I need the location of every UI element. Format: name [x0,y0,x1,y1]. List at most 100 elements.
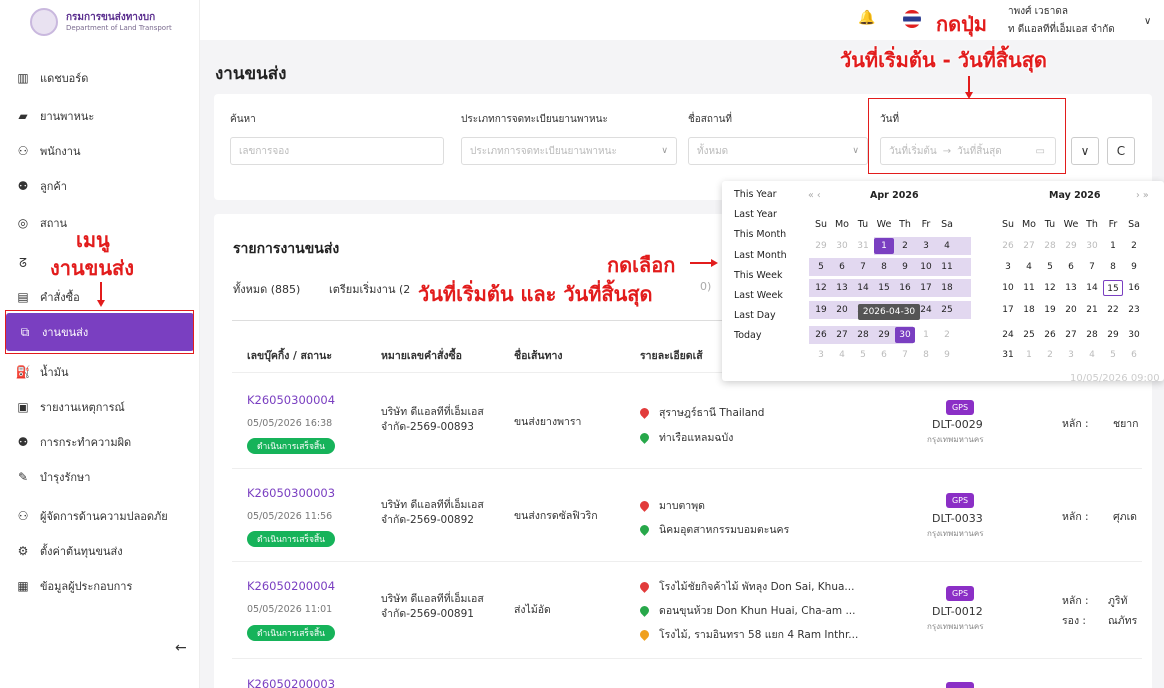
calendar-day[interactable]: 23 [1124,302,1144,318]
calendar-day[interactable]: 16 [1124,280,1144,296]
bell-icon[interactable]: 🔔 [858,10,875,26]
gps-badge[interactable] [946,682,974,688]
sidebar-item-operator-info[interactable]: ▦ ข้อมูลผู้ประกอบการ [16,575,196,597]
calendar-day[interactable]: 26 [811,327,831,343]
calendar-day[interactable]: 19 [811,302,831,318]
sidebar-item-employees[interactable]: ⚇ พนักงาน [16,140,196,162]
calendar-day[interactable]: 8 [1103,259,1123,275]
calendar-day[interactable]: 10 [998,280,1018,296]
logo[interactable]: กรมการขนส่งทางบก Department of Land Tran… [30,8,172,36]
calendar-day[interactable]: 31 [853,238,873,254]
sidebar-item-cost-settings[interactable]: ⚙ ตั้งค่าต้นทุนขนส่ง [16,540,196,562]
calendar-day[interactable]: 9 [1124,259,1144,275]
gps-badge[interactable]: GPS [946,493,974,508]
next-month-icon[interactable]: › » [1136,190,1149,201]
calendar-day[interactable]: 29 [874,327,894,343]
calendar-day[interactable]: 4 [1019,259,1039,275]
date-preset-item[interactable]: Last Year [734,209,777,220]
calendar-day[interactable]: 30 [1124,327,1144,343]
calendar-day[interactable]: 25 [1019,327,1039,343]
calendar-day[interactable]: 7 [1082,259,1102,275]
calendar-day[interactable]: 22 [1103,302,1123,318]
place-select[interactable]: ทั้งหมด ∨ [688,137,868,165]
calendar-day[interactable]: 6 [874,347,894,363]
calendar-day[interactable]: 12 [811,280,831,296]
calendar-day[interactable]: 5 [1103,347,1123,363]
calendar-day[interactable]: 2 [1040,347,1060,363]
tab-preparing[interactable]: เตรียมเริ่มงาน (2 [329,280,410,298]
sidebar-item-incident-report[interactable]: ▣ รายงานเหตุการณ์ [16,396,196,418]
calendar-day[interactable]: 20 [1061,302,1081,318]
calendar-day[interactable]: 13 [832,280,852,296]
calendar-day[interactable]: 5 [811,259,831,275]
calendar-day[interactable]: 3 [1061,347,1081,363]
calendar-day[interactable]: 4 [832,347,852,363]
prev-month-icon[interactable]: « ‹ [808,190,821,201]
calendar-day[interactable]: 30 [1082,238,1102,254]
calendar-day[interactable]: 1 [916,327,936,343]
calendar-day[interactable]: 24 [998,327,1018,343]
calendar-day[interactable]: 29 [1061,238,1081,254]
calendar-day[interactable]: 12 [1040,280,1060,296]
calendar-day[interactable]: 1 [1103,238,1123,254]
sidebar-item-vehicles[interactable]: ▰ ยานพาหนะ [16,105,196,127]
sidebar-item-dashboard[interactable]: ▥ แดชบอร์ด [16,67,196,89]
calendar-day[interactable]: 14 [1082,280,1102,296]
calendar-day[interactable]: 26 [998,238,1018,254]
calendar-day[interactable]: 2 [937,327,957,343]
reg-type-select[interactable]: ประเภทการจดทะเบียนยานพาหนะ ∨ [461,137,677,165]
calendar-day[interactable]: 17 [916,280,936,296]
sidebar-item-orders[interactable]: ▤ คำสั่งซื้อ [16,286,196,308]
right-month-label[interactable]: May 2026 [1049,190,1101,201]
calendar-day[interactable]: 20 [832,302,852,318]
chevron-down-icon[interactable]: ∨ [1144,16,1151,27]
calendar-day[interactable]: 30 [832,238,852,254]
calendar-day[interactable]: 1 [1019,347,1039,363]
date-preset-item[interactable]: This Week [734,270,782,281]
calendar-day[interactable]: 8 [916,347,936,363]
booking-number[interactable]: K26050300004 [247,393,335,407]
calendar-day[interactable]: 13 [1061,280,1081,296]
sidebar-item-safety-manager[interactable]: ⚇ ผู้จัดการด้านความปลอดภัย [16,505,196,527]
calendar-day[interactable]: 27 [1019,238,1039,254]
calendar-day[interactable]: 15 [874,280,894,296]
thai-flag-icon[interactable] [903,10,921,28]
date-preset-item[interactable]: Last Day [734,310,776,321]
calendar-day[interactable]: 1 [874,238,894,254]
calendar-day[interactable]: 6 [832,259,852,275]
booking-number[interactable]: K26050300003 [247,486,335,500]
booking-number[interactable]: K26050200004 [247,579,335,593]
sidebar-item-maintenance[interactable]: ✎ บำรุงรักษา [16,466,196,488]
calendar-day[interactable]: 25 [937,302,957,318]
calendar-day[interactable]: 19 [1040,302,1060,318]
calendar-day[interactable]: 31 [998,347,1018,363]
calendar-day[interactable]: 4 [1082,347,1102,363]
calendar-day[interactable]: 11 [1019,280,1039,296]
calendar-day[interactable]: 15 [1103,280,1123,296]
calendar-day[interactable]: 29 [1103,327,1123,343]
calendar-day[interactable]: 28 [1082,327,1102,343]
calendar-day[interactable]: 8 [874,259,894,275]
expand-filter-button[interactable]: ∨ [1071,137,1099,165]
collapse-sidebar-icon[interactable]: ← [175,640,187,656]
calendar-day[interactable]: 10 [916,259,936,275]
sidebar-item-customers[interactable]: ⚉ ลูกค้า [16,175,196,197]
calendar-day[interactable]: 6 [1124,347,1144,363]
calendar-day[interactable]: 27 [832,327,852,343]
date-preset-item[interactable]: Today [734,330,761,341]
calendar-day[interactable]: 4 [937,238,957,254]
calendar-day[interactable]: 30 [895,327,915,343]
search-input[interactable]: เลขการจอง [230,137,444,165]
calendar-day[interactable]: 14 [853,280,873,296]
gps-badge[interactable]: GPS [946,586,974,601]
calendar-day[interactable]: 11 [937,259,957,275]
calendar-day[interactable]: 6 [1061,259,1081,275]
booking-number[interactable]: K26050200003 [247,677,335,688]
tab-all[interactable]: ทั้งหมด (885) [233,280,300,298]
sidebar-item-violations[interactable]: ⚉ การกระทำความผิด [16,431,196,453]
calendar-day[interactable]: 28 [853,327,873,343]
calendar-day[interactable]: 28 [1040,238,1060,254]
date-preset-item[interactable]: This Year [734,189,777,200]
calendar-day[interactable]: 17 [998,302,1018,318]
calendar-day[interactable]: 16 [895,280,915,296]
